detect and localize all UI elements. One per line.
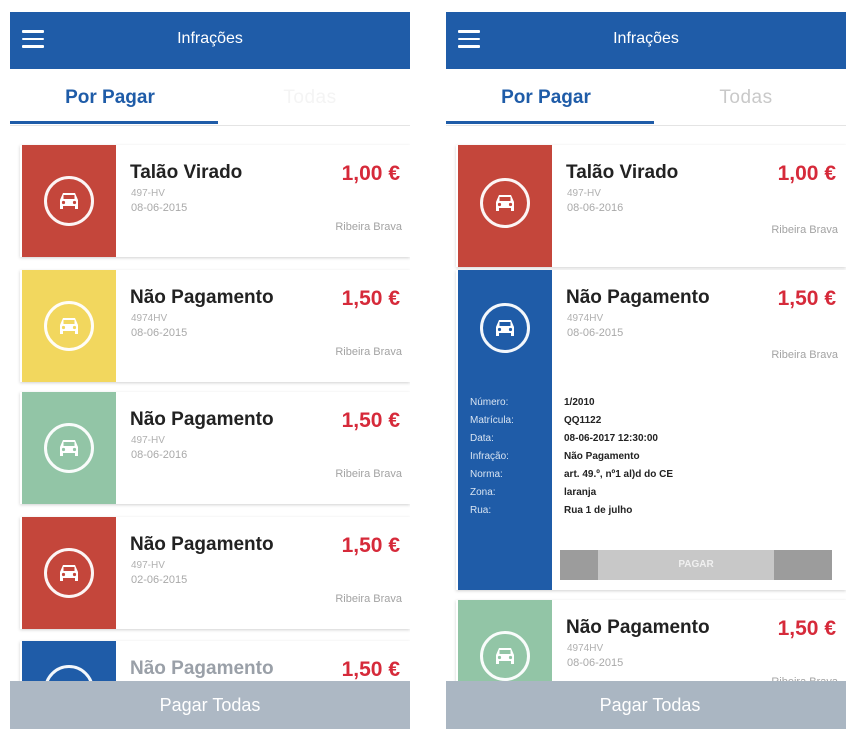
infraction-date: 02-06-2015 xyxy=(131,574,188,586)
license-plate: 497-HV xyxy=(567,188,601,199)
infraction-title: Talão Virado xyxy=(566,162,679,183)
app-bar: Infrações xyxy=(10,12,410,69)
infraction-location: Ribeira Brava xyxy=(335,346,402,358)
infraction-price: 1,50 € xyxy=(777,617,836,640)
infraction-title: Talão Virado xyxy=(130,162,243,183)
tab-todas[interactable]: Todas xyxy=(646,87,846,109)
car-icon xyxy=(44,423,94,473)
infraction-location: Ribeira Brava xyxy=(335,221,402,233)
infraction-price: 1,50 € xyxy=(341,409,400,432)
infraction-date: 08-06-2015 xyxy=(131,327,188,339)
detail-value: 1/2010 xyxy=(564,397,595,408)
infraction-color-tile xyxy=(22,392,116,504)
infraction-card[interactable]: Não Pagamento 497-HV 08-06-2016 1,50 € R… xyxy=(20,392,410,504)
infraction-price: 1,50 € xyxy=(341,658,400,681)
infraction-date: 08-06-2016 xyxy=(131,449,188,461)
detail-label: Infração: xyxy=(470,451,509,462)
infraction-location: Ribeira Brava xyxy=(335,468,402,480)
infraction-price: 1,50 € xyxy=(341,534,400,557)
infraction-location: Ribeira Brava xyxy=(771,349,838,361)
infraction-price: 1,00 € xyxy=(777,162,836,185)
tab-divider xyxy=(446,125,846,126)
car-icon xyxy=(44,176,94,226)
infraction-color-tile xyxy=(22,270,116,382)
license-plate: 497-HV xyxy=(131,560,165,571)
detail-label: Zona: xyxy=(470,487,496,498)
tab-divider xyxy=(10,125,410,126)
pay-all-label: Pagar Todas xyxy=(599,695,701,715)
infraction-title: Não Pagamento xyxy=(566,287,710,308)
app-bar: Infrações xyxy=(446,12,846,69)
pay-button[interactable]: PAGAR xyxy=(560,550,832,580)
infraction-title: Não Pagamento xyxy=(130,287,274,308)
infraction-price: 1,00 € xyxy=(341,162,400,185)
app-title: Infrações xyxy=(177,30,243,47)
detail-label: Matrícula: xyxy=(470,415,514,426)
detail-value: laranja xyxy=(564,487,597,498)
car-icon xyxy=(44,301,94,351)
tab-indicator xyxy=(446,121,654,124)
infraction-title: Não Pagamento xyxy=(130,409,274,430)
app-title: Infrações xyxy=(613,30,679,47)
infraction-date: 08-06-2015 xyxy=(131,202,188,214)
infraction-price: 1,50 € xyxy=(341,287,400,310)
car-icon xyxy=(480,178,530,228)
detail-value: 08-06-2017 12:30:00 xyxy=(564,433,658,444)
detail-label: Data: xyxy=(470,433,494,444)
infraction-date: 08-06-2015 xyxy=(567,657,624,669)
pay-button-label: PAGAR xyxy=(678,559,714,570)
car-icon xyxy=(480,631,530,681)
infraction-date: 08-06-2016 xyxy=(567,202,624,214)
phone-screen-left: Infrações Por Pagar Todas Talão Virado 4… xyxy=(10,12,410,729)
car-icon xyxy=(44,548,94,598)
detail-value: Rua 1 de julho xyxy=(564,505,633,516)
pay-all-button[interactable]: Pagar Todas xyxy=(10,681,410,729)
infraction-card[interactable]: Talão Virado 497-HV 08-06-2015 1,00 € Ri… xyxy=(20,145,410,257)
infraction-color-tile xyxy=(22,145,116,257)
infraction-card[interactable]: Não Pagamento 497-HV 02-06-2015 1,50 € R… xyxy=(20,517,410,629)
detail-label: Norma: xyxy=(470,469,503,480)
tab-todas[interactable]: Todas xyxy=(210,87,410,109)
infraction-location: Ribeira Brava xyxy=(771,224,838,236)
infraction-location: Ribeira Brava xyxy=(335,593,402,605)
infraction-card-expanded[interactable]: Não Pagamento 4974HV 08-06-2015 1,50 € R… xyxy=(456,270,846,590)
infraction-date: 08-06-2015 xyxy=(567,327,624,339)
detail-value: art. 49.º, nº1 al)d do CE xyxy=(564,469,673,480)
infraction-price: 1,50 € xyxy=(777,287,836,310)
license-plate: 497-HV xyxy=(131,435,165,446)
phone-screen-right: Infrações Por Pagar Todas Talão Virado 4… xyxy=(446,12,846,729)
detail-label: Rua: xyxy=(470,505,492,516)
infraction-color-tile xyxy=(22,517,116,629)
car-icon xyxy=(480,303,530,353)
infraction-title: Não Pagamento xyxy=(130,534,274,555)
infraction-title: Não Pagamento xyxy=(566,617,710,638)
detail-label: Número: xyxy=(470,397,509,408)
license-plate: 4974HV xyxy=(131,313,168,324)
tab-indicator xyxy=(10,121,218,124)
tab-bar: Por Pagar Todas xyxy=(446,69,846,126)
pay-all-label: Pagar Todas xyxy=(159,695,261,715)
detail-value: Não Pagamento xyxy=(564,451,640,462)
license-plate: 4974HV xyxy=(567,643,604,654)
pay-all-button[interactable]: Pagar Todas xyxy=(446,681,846,729)
tab-por-pagar[interactable]: Por Pagar xyxy=(10,87,210,109)
tab-por-pagar[interactable]: Por Pagar xyxy=(446,87,646,109)
detail-value: QQ1122 xyxy=(564,415,602,426)
infraction-card[interactable]: Talão Virado 497-HV 08-06-2016 1,00 € Ri… xyxy=(456,145,846,267)
infraction-color-tile xyxy=(458,270,552,590)
infraction-card[interactable]: Não Pagamento 4974HV 08-06-2015 1,50 € R… xyxy=(20,270,410,382)
infraction-title: Não Pagamento xyxy=(130,658,274,679)
infraction-color-tile xyxy=(458,145,552,267)
tab-bar: Por Pagar Todas xyxy=(10,69,410,126)
license-plate: 497-HV xyxy=(131,188,165,199)
license-plate: 4974HV xyxy=(567,313,604,324)
